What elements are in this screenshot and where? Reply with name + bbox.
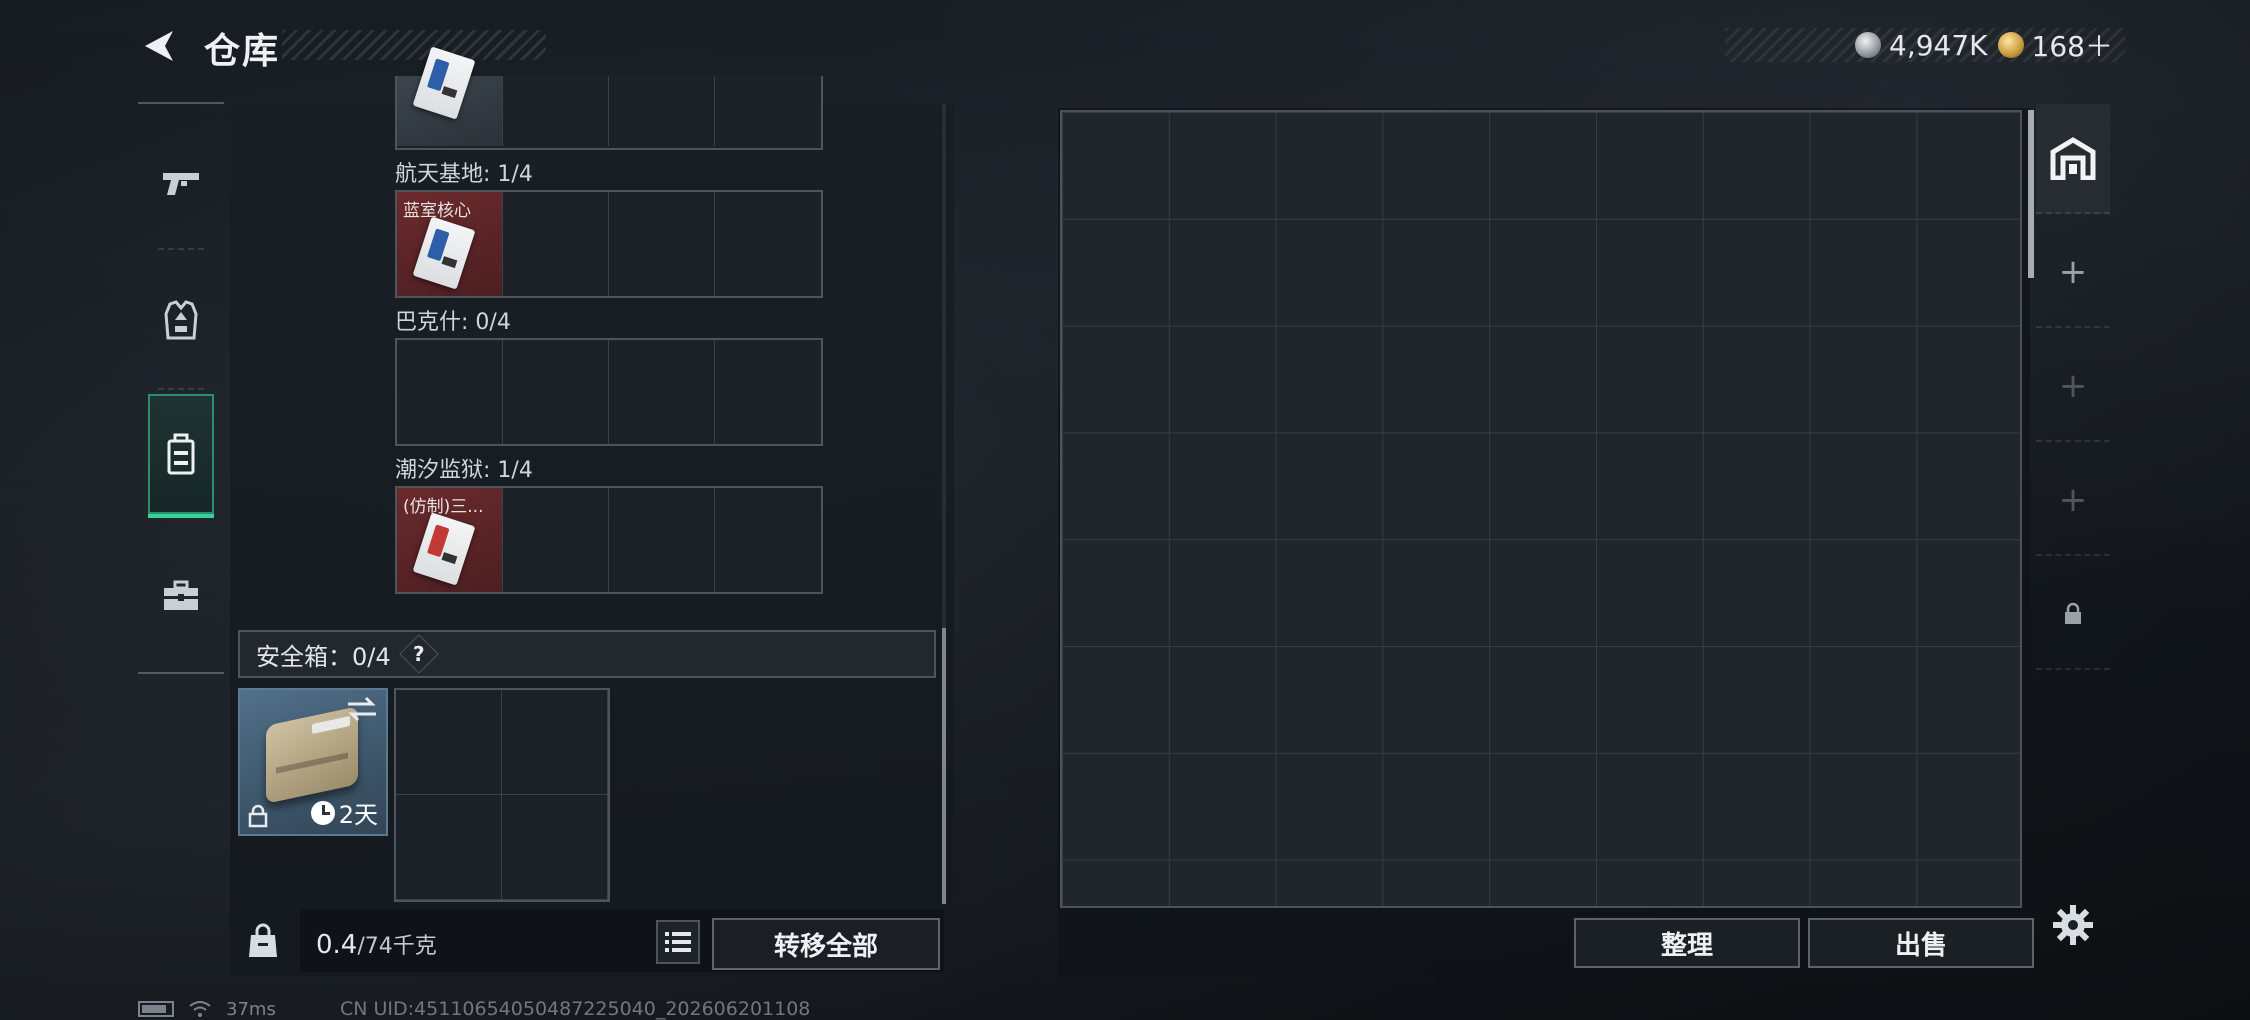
plus-icon: + [2058,252,2088,292]
add-tab-3[interactable]: + [2036,446,2110,556]
status-bar: 37ms [138,998,276,1020]
lock-icon [248,804,268,828]
key-slot-cell[interactable] [609,340,715,444]
key-slot-cell[interactable] [503,488,609,592]
wifi-icon [189,1001,211,1017]
key-slot-cell[interactable] [609,488,715,592]
stash-tabs: + + + [2036,104,2110,684]
sort-button[interactable]: 整理 [1574,918,1800,968]
key-slot-row-partial [395,46,823,150]
rail-item-backpack[interactable] [148,394,214,518]
weight-current: 0.4 [316,930,358,960]
transfer-all-button[interactable]: 转移全部 [712,918,940,970]
stash-scrollbar-thumb[interactable] [2028,110,2034,278]
key-slot-cell[interactable] [715,192,821,296]
uid-text: CN UID:45110654050487225040_202606201108 [340,998,811,1020]
panel-scrollbar-thumb[interactable] [942,628,946,904]
safe-box-grid [394,688,610,902]
list-icon [665,932,691,952]
stash-tab[interactable] [2036,104,2110,214]
safe-case-image [266,706,358,804]
key-slot-item[interactable]: 蓝室核心 [397,192,503,296]
silver-coin-icon [1855,32,1882,58]
stash-grid[interactable] [1060,110,2022,908]
key-slot-cell[interactable] [503,76,609,146]
sell-button[interactable]: 出售 [1808,918,2034,968]
currency-silver-value: 4,947K [1889,28,1988,62]
currency-silver[interactable]: 4,947K [1855,29,1988,62]
locked-tab[interactable] [2036,560,2110,670]
page-title: 仓库 [204,31,281,72]
key-card-image [412,216,476,290]
key-slot-cell[interactable] [397,340,503,444]
key-slot-title: 航天基地: 1/4 [395,162,533,187]
stash-icon [2050,137,2096,180]
key-slot-cell[interactable] [715,340,821,444]
weight-capacity: /74千克 [357,934,437,959]
safe-box-item[interactable]: 2天 [238,688,388,836]
vest-icon [164,300,198,340]
safe-box-timer-text: 2天 [338,801,378,829]
toolbox-icon [164,580,198,610]
help-icon[interactable]: ? [398,634,439,674]
safe-box-timer: 2天 [310,795,378,830]
currency-gold[interactable]: 168＋ [1997,25,2113,65]
currency-gold-value: 168＋ [2031,30,2113,63]
add-tab-1[interactable]: + [2036,218,2110,328]
swap-icon[interactable] [346,696,378,722]
rail-divider [158,388,204,390]
rail-item-weapon[interactable] [148,124,214,244]
rail-item-case[interactable] [148,536,214,656]
stash-panel [1058,108,2030,976]
title-decoration [282,30,546,60]
key-card-image [412,512,476,586]
currency-bar: 4,947K 168＋ [1725,25,2125,65]
rail-item-armor[interactable] [148,260,214,380]
safe-box-cell[interactable] [396,690,502,795]
key-slot-cell[interactable] [503,192,609,296]
key-slot-item[interactable]: (仿制)三... [397,488,503,592]
back-arrow-icon [145,31,173,61]
key-slot-title: 潮汐监狱: 1/4 [395,458,533,483]
rail-divider [158,248,204,250]
key-slot-title: 巴克什: 0/4 [395,310,511,335]
key-slot-cell[interactable] [609,192,715,296]
safe-box-label: 安全箱：0/4 [256,642,391,671]
key-slot-row: 蓝室核心 [395,190,823,298]
back-button[interactable] [138,26,178,66]
plus-icon: + [2058,480,2088,520]
clock-icon [310,800,335,825]
key-item-label: (仿制)三... [403,497,484,517]
safe-box-header: 安全箱：0/4 ? [238,630,936,678]
battery-icon [138,1001,174,1017]
settings-button[interactable] [2046,898,2100,952]
key-slot-cell[interactable] [715,488,821,592]
plus-icon: + [2058,366,2088,406]
safe-box-cell[interactable] [396,795,502,900]
key-slot-cell[interactable] [715,76,821,146]
key-slot-cell[interactable] [397,46,503,146]
key-slot-cell[interactable] [609,76,715,146]
weight-text: 0.4/74千克 [316,928,437,960]
safe-box-cell[interactable] [502,690,608,795]
pistol-icon [163,173,199,195]
backpack-icon [167,433,195,475]
key-slot-row: (仿制)三... [395,486,823,594]
lock-icon [2065,602,2081,624]
key-slot-row [395,338,823,446]
category-rail [138,102,224,674]
weight-icon [249,923,277,957]
add-tab-2[interactable]: + [2036,332,2110,442]
gold-coin-icon [1997,32,2024,58]
ping-text: 37ms [226,998,276,1020]
safe-box-cell[interactable] [502,795,608,900]
key-slot-cell[interactable] [503,340,609,444]
weight-lock-button[interactable] [238,912,288,970]
gear-icon [2053,905,2093,945]
list-view-button[interactable] [656,920,700,964]
